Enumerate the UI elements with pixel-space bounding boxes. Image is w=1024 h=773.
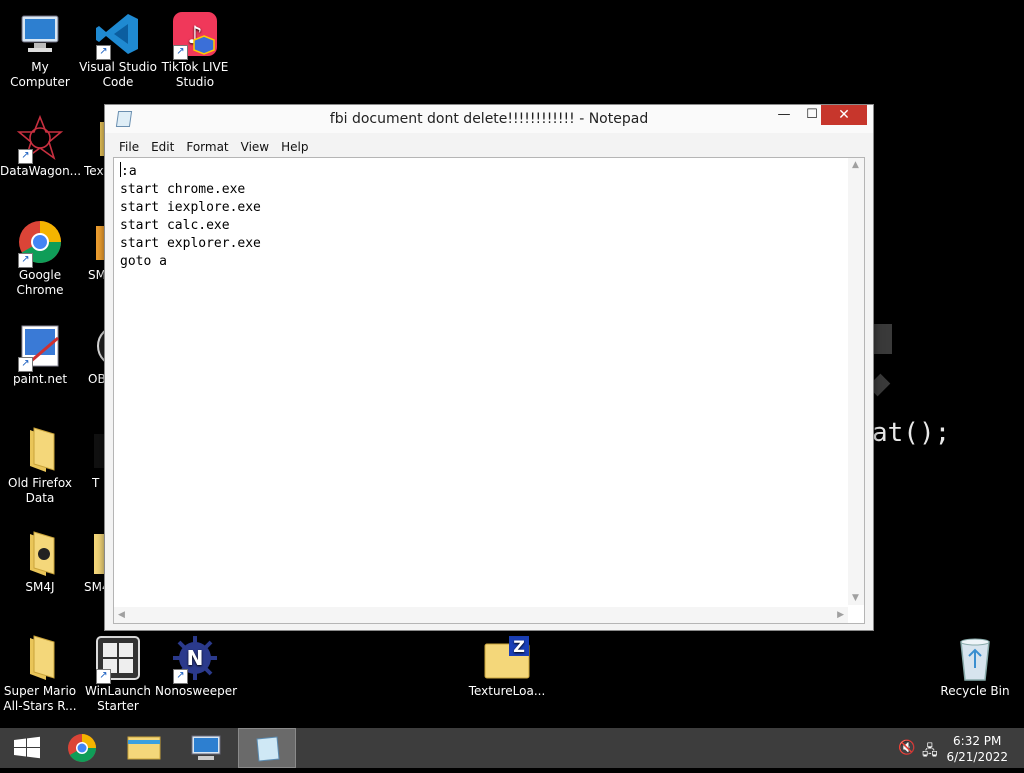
text-content-body: start chrome.exe start iexplore.exe star… [120,182,261,269]
clock-date: 6/21/2022 [946,750,1008,764]
minimize-button[interactable]: — [771,105,797,125]
folder-icon [16,426,64,474]
notepad-window[interactable]: fbi document dont delete!!!!!!!!!!!! - N… [104,104,874,631]
winlaunch-icon: ↗ [94,634,142,684]
vertical-scrollbar[interactable]: ▲ ▼ [848,158,864,605]
shortcut-arrow-icon: ↗ [173,45,188,60]
desktop-icon-label: Super Mario All-Stars R... [3,684,77,713]
desktop-icon-label: My Computer [10,60,70,89]
desktop-icon-tiktok-live[interactable]: ♪ ↗ TikTok LIVE Studio [155,4,235,90]
desktop-icon-label: Text [84,164,104,178]
zip-folder-icon: Z [483,634,531,682]
close-button[interactable]: ✕ [821,105,867,125]
desktop-icon-sm4[interactable]: SM4 [84,524,104,595]
desktop-icon-label: Google Chrome [16,268,64,297]
taskbar-file-explorer[interactable] [116,728,172,768]
volume-muted-icon[interactable]: 🔇 [898,740,915,756]
folder-icon [96,114,104,162]
desktop-icon-super-mario-all-stars[interactable]: Super Mario All-Stars R... [0,628,80,714]
svg-text:Z: Z [513,637,525,656]
shortcut-arrow-icon: ↗ [96,669,111,684]
vscode-icon: ↗ [94,10,142,60]
desktop-icon-textureloader[interactable]: Z TextureLoa... [467,628,547,699]
menu-file[interactable]: File [113,137,145,157]
desktop-icon-nonosweeper[interactable]: N ↗ Nonosweeper [155,628,238,699]
desktop-icon-label: paint.net [12,372,68,386]
menu-view[interactable]: View [235,137,275,157]
desktop-icon-label: Nonosweeper [155,684,238,698]
chrome-icon: ↗ [16,218,64,268]
desktop-icon-label: Old Firefox Data [8,476,72,505]
text-editor[interactable]: :a start chrome.exe start iexplore.exe s… [113,157,865,624]
desktop-icon-old-firefox-data[interactable]: Old Firefox Data [0,420,80,506]
folder-icon [16,634,64,682]
scroll-down-icon[interactable]: ▼ [852,593,859,603]
menu-help[interactable]: Help [275,137,314,157]
start-button[interactable] [0,728,56,768]
window-title: fbi document dont delete!!!!!!!!!!!! - N… [329,111,649,127]
desktop-icon-winlaunch-starter[interactable]: ↗ WinLaunch Starter [78,628,158,714]
desktop-icon-paint-net[interactable]: ↗ paint.net [0,316,80,387]
desktop-icon-sm4j[interactable]: SM4J [0,524,80,595]
menu-edit[interactable]: Edit [145,137,180,157]
notepad-icon [256,736,280,762]
folder-icon [127,736,161,760]
nonosweeper-icon: N ↗ [171,634,219,684]
folder-icon [94,530,104,578]
desktop-icon-label: SM4 [84,580,104,594]
shortcut-arrow-icon: ↗ [18,149,33,164]
windows-logo-icon [14,736,40,759]
menu-format[interactable]: Format [180,137,234,157]
desktop-icon-my-computer[interactable]: My Computer [0,4,80,90]
shortcut-arrow-icon: ↗ [18,357,33,372]
recycle-bin-icon [951,634,999,682]
folder-icon [16,530,64,578]
tiktok-live-icon: ♪ ↗ [171,10,219,60]
desktop-icon-text[interactable]: Text [84,108,104,179]
desktop-icon-datawagon[interactable]: ↗ DataWagon... [0,108,82,179]
desktop-icon-label: DataWagon... [0,164,82,178]
desktop-icon-google-chrome[interactable]: ↗ Google Chrome [0,212,80,298]
desktop-icon-label: Recycle Bin [940,684,1010,698]
paint-net-icon: ↗ [16,322,64,372]
datawagon-icon: ↗ [16,114,64,164]
network-icon[interactable]: 🖧 [922,740,938,764]
shortcut-arrow-icon: ↗ [96,45,111,60]
shortcut-arrow-icon: ↗ [18,253,33,268]
menu-bar: File Edit Format View Help [113,136,314,156]
desktop-icon-label: SM4J [25,580,55,594]
taskbar: 🔇 🖧 6:32 PM 6/21/2022 [0,728,1024,768]
svg-text:N: N [187,646,204,670]
taskbar-notepad[interactable] [238,728,296,768]
desktop-icon-label: WinLaunch Starter [85,684,151,713]
chrome-icon [68,734,96,762]
wallpaper-code-text: at(); [872,418,951,448]
taskbar-computer[interactable] [178,728,234,768]
scroll-up-icon[interactable]: ▲ [852,160,859,170]
taskbar-clock[interactable]: 6:32 PM 6/21/2022 [946,733,1008,765]
desktop-icon-label: TikTok LIVE Studio [161,60,229,89]
shortcut-arrow-icon: ↗ [173,669,188,684]
desktop-icon-label: TextureLoa... [468,684,546,698]
wallpaper-shape [872,324,892,354]
desktop-icon-label: Visual Studio Code [79,60,157,89]
computer-icon [191,735,221,760]
text-line-first: :a [121,164,137,179]
clock-time: 6:32 PM [953,734,1002,748]
desktop-icon-recycle-bin[interactable]: Recycle Bin [935,628,1015,699]
text-content[interactable]: :a start chrome.exe start iexplore.exe s… [120,162,844,605]
horizontal-scrollbar[interactable]: ◀ ▶ [114,607,848,623]
title-bar[interactable]: fbi document dont delete!!!!!!!!!!!! - N… [105,105,873,133]
computer-icon [16,10,64,58]
scroll-right-icon[interactable]: ▶ [837,610,844,620]
scroll-left-icon[interactable]: ◀ [118,610,125,620]
taskbar-chrome[interactable] [54,728,110,768]
desktop-icon-vscode[interactable]: ↗ Visual Studio Code [78,4,158,90]
